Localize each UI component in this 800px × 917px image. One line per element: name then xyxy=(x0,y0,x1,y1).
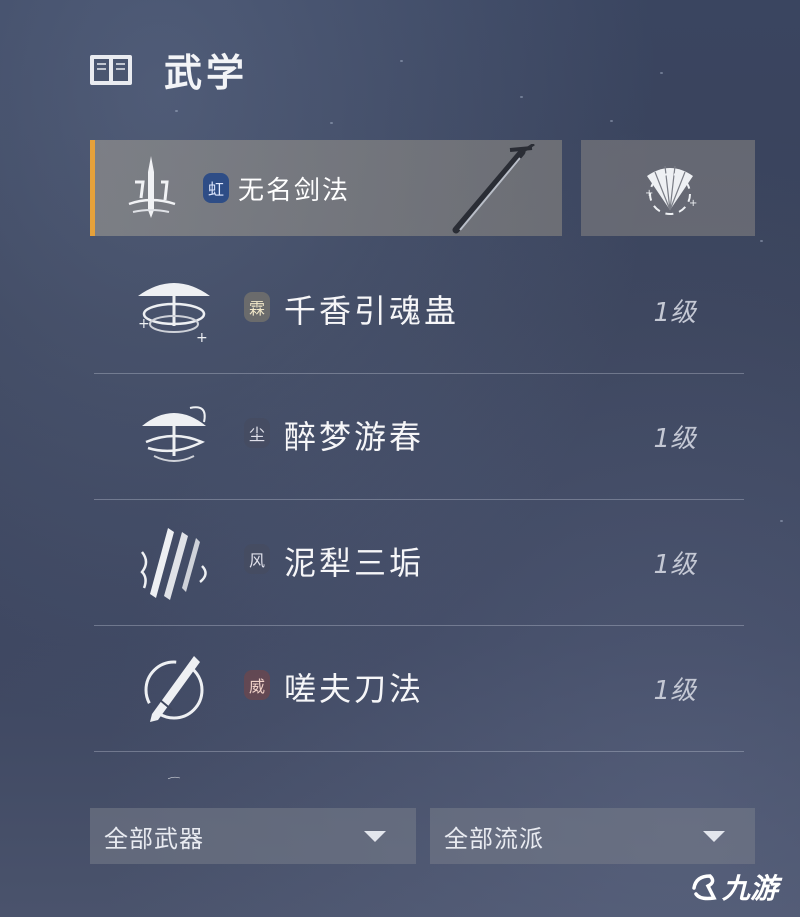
svg-text:+: + xyxy=(689,198,697,209)
fan-button[interactable]: + + xyxy=(581,140,755,236)
svg-text:+: + xyxy=(645,188,653,199)
list-item-partial[interactable] xyxy=(94,752,744,792)
weapon-filter-dropdown[interactable]: 全部武器 xyxy=(90,808,416,864)
skill-level: 1级 xyxy=(653,424,696,454)
skill-name: 泥犁三垢 xyxy=(284,544,425,582)
skill-level: 1级 xyxy=(653,550,696,580)
weapon-filter-label: 全部武器 xyxy=(104,824,204,853)
skill-name: 醉梦游春 xyxy=(284,418,425,456)
skill-level: 1级 xyxy=(653,298,696,328)
skill-badge: 霖 xyxy=(244,292,270,322)
list-item[interactable]: 风 泥犁三垢 1级 xyxy=(94,500,744,626)
watermark-text: 九游 xyxy=(721,872,778,905)
fan-icon: + + xyxy=(645,165,697,215)
blade-circle-icon xyxy=(144,656,204,722)
skill-list: + + 霖 千香引魂蛊 1级 尘 醉梦游春 1级 风 泥犁三垢 1级 威 嗟夫刀… xyxy=(94,248,744,792)
skill-level: 1级 xyxy=(653,676,696,706)
list-item[interactable]: 威 嗟夫刀法 1级 xyxy=(94,626,744,752)
sword-stance-icon xyxy=(128,156,176,218)
list-item[interactable]: + + 霖 千香引魂蛊 1级 xyxy=(94,248,744,374)
svg-text:+: + xyxy=(138,316,150,332)
book-icon xyxy=(90,55,132,85)
chevron-down-icon xyxy=(703,831,725,842)
school-filter-dropdown[interactable]: 全部流派 xyxy=(430,808,755,864)
svg-text:+: + xyxy=(196,330,208,346)
skill-badge: 虹 xyxy=(203,173,229,203)
skill-name: 千香引魂蛊 xyxy=(284,292,460,330)
watermark-logo-icon xyxy=(692,874,717,901)
skill-badge: 尘 xyxy=(244,418,270,448)
skill-badge: 风 xyxy=(244,544,270,574)
partial-skill-icon xyxy=(167,776,181,780)
triple-blade-icon xyxy=(140,528,207,600)
list-item[interactable]: 尘 醉梦游春 1级 xyxy=(94,374,744,500)
page-header: 武学 xyxy=(88,44,249,95)
watermark: 九游 xyxy=(690,867,778,907)
chevron-down-icon xyxy=(364,831,386,842)
skill-name: 嗟夫刀法 xyxy=(284,670,425,708)
selected-skill-name: 无名剑法 xyxy=(238,176,351,206)
selected-skill-row[interactable]: 虹 无名剑法 xyxy=(90,140,562,236)
sword-icon xyxy=(452,144,535,234)
school-filter-label: 全部流派 xyxy=(444,824,544,853)
umbrella-spin-icon xyxy=(142,406,206,462)
umbrella-swirl-icon: + + xyxy=(138,283,210,346)
page-title: 武学 xyxy=(164,50,249,95)
skill-badge: 威 xyxy=(244,670,270,700)
